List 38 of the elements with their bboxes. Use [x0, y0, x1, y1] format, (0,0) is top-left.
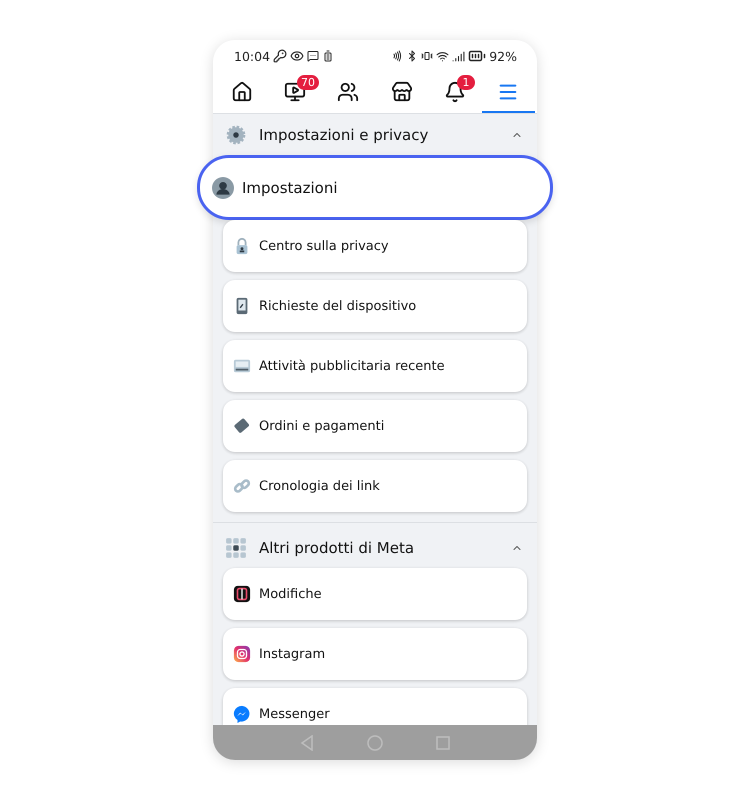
nfc-icon	[391, 50, 404, 62]
battery-icon	[322, 50, 334, 62]
menu-item[interactable]: Messenger	[223, 688, 527, 725]
menu-item[interactable]: Attività pubblicitaria recente	[223, 340, 527, 392]
store-icon	[390, 80, 413, 102]
key-icon	[273, 49, 288, 63]
messenger-icon	[233, 705, 251, 723]
profile-icon	[212, 176, 234, 198]
nav-tab[interactable]: 70	[268, 72, 322, 113]
notification-badge: 70	[296, 75, 319, 90]
menu-item[interactable]: Richieste del dispositivo	[223, 280, 527, 332]
instagram-icon	[233, 645, 251, 663]
menu-item[interactable]: Impostazioni	[197, 155, 553, 220]
section-title: Altri prodotti di Meta	[259, 538, 416, 556]
menu-item[interactable]: Modifiche	[223, 568, 527, 620]
battery-level: 92%	[489, 48, 517, 64]
wifi-icon	[436, 50, 450, 62]
menu-item[interactable]: Ordini e pagamenti	[223, 400, 527, 452]
notification-badge: 1	[456, 75, 475, 90]
vibrate-icon	[421, 50, 434, 62]
menu-item[interactable]: Cronologia dei link	[223, 460, 527, 512]
menu-item[interactable]: Centro sulla privacy	[223, 220, 527, 272]
edits-app-icon	[233, 585, 251, 603]
ad-icon	[233, 357, 251, 375]
chat-icon	[307, 50, 320, 62]
apps-grid-icon	[225, 536, 247, 558]
clock: 10:04	[234, 48, 270, 64]
menu-item[interactable]: Instagram	[223, 628, 527, 680]
section-header[interactable]: Altri prodotti di Meta	[213, 527, 537, 568]
friends-icon	[337, 80, 360, 102]
signal-icon	[452, 50, 466, 62]
nav-tab[interactable]: 1	[428, 72, 482, 113]
link-icon	[233, 477, 251, 495]
eye-icon	[290, 49, 304, 63]
home-icon	[230, 80, 253, 102]
section-header[interactable]: Impostazioni e privacy	[213, 114, 537, 155]
gear-icon	[225, 124, 247, 146]
section-title: Impostazioni e privacy	[259, 126, 430, 144]
